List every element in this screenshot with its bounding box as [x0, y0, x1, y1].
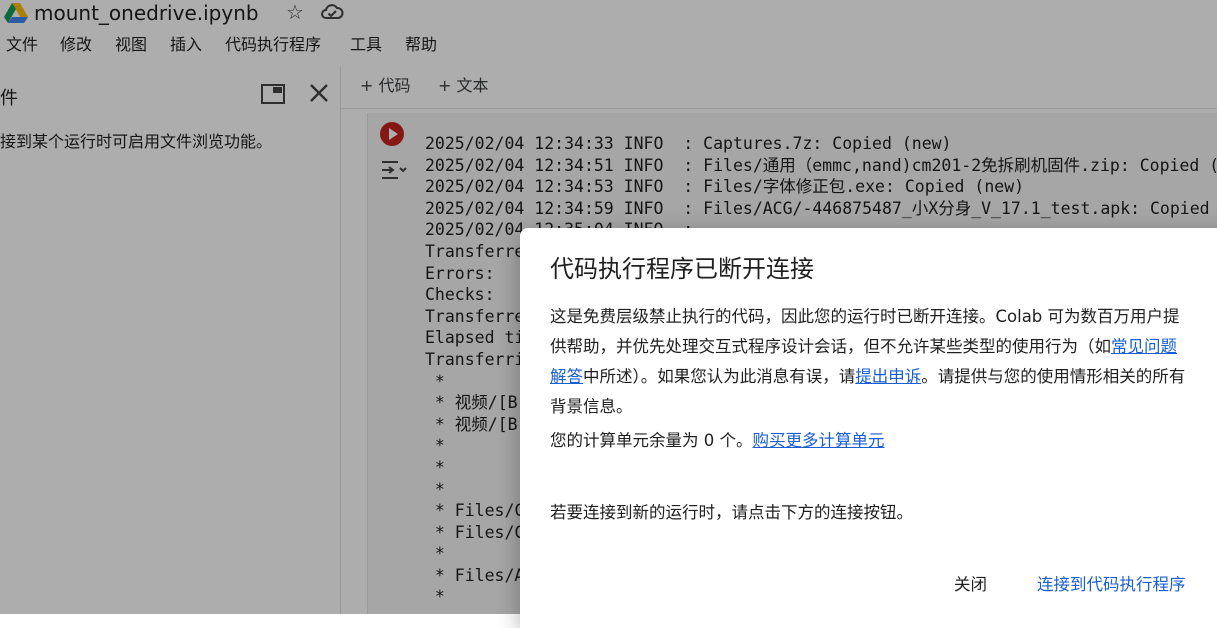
dialog-paragraph-1: 这是免费层级禁止执行的代码，因此您的运行时已断开连接。Colab 可为数百万用户… [550, 302, 1190, 422]
appeal-link[interactable]: 提出申诉 [855, 367, 921, 386]
buy-compute-units-link[interactable]: 购买更多计算单元 [753, 431, 885, 450]
dialog-paragraph-3: 若要连接到新的运行时，请点击下方的连接按钮。 [550, 503, 913, 522]
close-button[interactable]: 关闭 [954, 570, 987, 600]
dialog-body: 这是免费层级禁止执行的代码，因此您的运行时已断开连接。Colab 可为数百万用户… [550, 302, 1190, 460]
dialog-title: 代码执行程序已断开连接 [550, 255, 814, 283]
dialog-text: 这是免费层级禁止执行的代码，因此您的运行时已断开连接。Colab 可为数百万用户… [550, 307, 1180, 356]
colab-page: mount_onedrive.ipynb ☆ 文件 修改 视图 插入 代码执行程… [0, 0, 1217, 628]
connect-runtime-button[interactable]: 连接到代码执行程序 [1037, 570, 1186, 600]
runtime-disconnected-dialog: 代码执行程序已断开连接 这是免费层级禁止执行的代码，因此您的运行时已断开连接。C… [520, 228, 1217, 628]
dialog-text: 中所述）。如果您认为此消息有误，请 [583, 367, 856, 386]
compute-units-text: 您的计算单元余量为 0 个。 [550, 431, 753, 450]
dialog-actions: 关闭 连接到代码执行程序 [520, 570, 1217, 600]
dialog-paragraph-2: 您的计算单元余量为 0 个。购买更多计算单元 [550, 426, 1190, 456]
